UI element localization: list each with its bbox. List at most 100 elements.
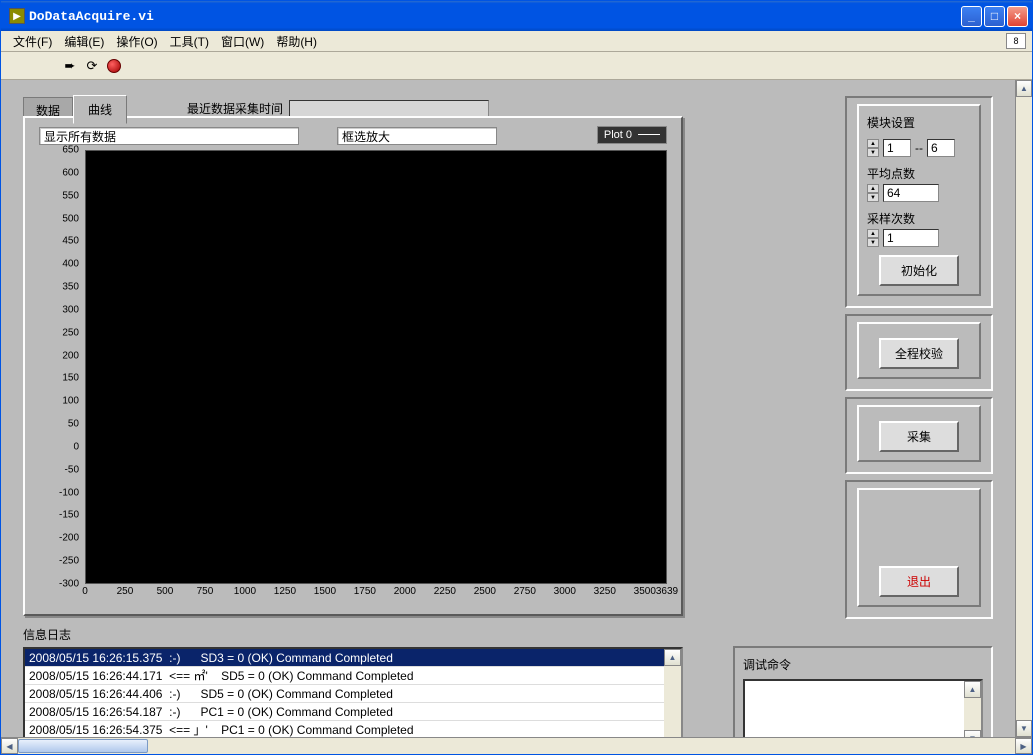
x-tick: 2750 [514, 586, 536, 597]
menu-edit[interactable]: 编辑(E) [58, 31, 110, 52]
x-tick: 3250 [594, 586, 616, 597]
side-panel: 模块设置 ▲▼ -- 平均点数 ▲▼ 采样次数 [845, 96, 993, 625]
minimize-button[interactable]: _ [961, 6, 982, 27]
last-time-value [289, 100, 489, 118]
plot-legend-label: Plot 0 [604, 129, 632, 141]
y-tick: -250 [59, 556, 79, 567]
y-tick: 450 [62, 236, 79, 247]
samples-input[interactable] [883, 229, 939, 247]
vi-icon[interactable]: 8 [1006, 33, 1026, 49]
x-tick: 2250 [434, 586, 456, 597]
x-tick: 0 [82, 586, 88, 597]
log-line[interactable]: 2008/05/15 16:26:44.171 <== ㎡' SD5 = 0 (… [25, 667, 664, 685]
abort-icon[interactable]: ⟳ [83, 57, 101, 75]
client-area: 数据 曲线 最近数据采集时间 显示所有数据 框选放大 Plot 0 650600… [1, 80, 1032, 754]
scroll-right-icon[interactable]: ▶ [1015, 738, 1032, 754]
titlebar[interactable]: ▶ DoDataAcquire.vi _ □ × [1, 1, 1032, 31]
menu-file[interactable]: 文件(F) [7, 31, 58, 52]
avg-spinner[interactable]: ▲▼ [867, 184, 879, 202]
y-tick: 300 [62, 304, 79, 315]
graph-area[interactable] [85, 150, 667, 584]
x-tick: 250 [117, 586, 134, 597]
app-icon: ▶ [9, 8, 25, 24]
x-tick: 500 [157, 586, 174, 597]
y-tick: 200 [62, 350, 79, 361]
verify-group: 全程校验 [845, 314, 993, 391]
log-line[interactable]: 2008/05/15 16:26:54.187 :-) PC1 = 0 (OK)… [25, 703, 664, 721]
menu-window[interactable]: 窗口(W) [215, 31, 270, 52]
y-tick: -150 [59, 510, 79, 521]
range-from-input[interactable] [883, 139, 911, 157]
scroll-down-icon[interactable]: ▼ [1016, 720, 1032, 737]
log-line[interactable]: 2008/05/15 16:26:44.406 :-) SD5 = 0 (OK)… [25, 685, 664, 703]
y-axis: 650600550500450400350300250200150100500-… [25, 150, 83, 584]
x-tick: 1750 [354, 586, 376, 597]
avg-label: 平均点数 [867, 165, 971, 182]
plot-legend[interactable]: Plot 0 [597, 126, 667, 144]
log-line[interactable]: 2008/05/15 16:26:15.375 :-) SD3 = 0 (OK)… [25, 649, 664, 667]
exit-group: 退出 [845, 480, 993, 619]
x-tick: 3000 [554, 586, 576, 597]
log-label: 信息日志 [23, 626, 683, 643]
show-all-dropdown[interactable]: 显示所有数据 [39, 127, 299, 145]
menubar: 文件(F) 编辑(E) 操作(O) 工具(T) 窗口(W) 帮助(H) 8 [1, 31, 1032, 52]
menu-tools[interactable]: 工具(T) [164, 31, 215, 52]
plot-swatch-icon [638, 131, 660, 139]
scroll-h-thumb[interactable] [18, 739, 148, 753]
y-tick: 550 [62, 190, 79, 201]
x-tick: 3639 [656, 586, 678, 597]
y-tick: 150 [62, 373, 79, 384]
y-tick: 250 [62, 327, 79, 338]
acquire-button[interactable]: 采集 [879, 421, 959, 452]
y-tick: 650 [62, 145, 79, 156]
y-tick: 0 [73, 441, 79, 452]
exit-button[interactable]: 退出 [879, 566, 959, 597]
y-tick: 100 [62, 396, 79, 407]
scroll-up-icon[interactable]: ▲ [1016, 80, 1032, 97]
verify-button[interactable]: 全程校验 [879, 338, 959, 369]
scroll-left-icon[interactable]: ◀ [1, 738, 18, 754]
main-scrollbar-v[interactable]: ▲ ▼ [1015, 80, 1032, 737]
menu-help[interactable]: 帮助(H) [270, 31, 323, 52]
x-tick: 2500 [474, 586, 496, 597]
main-scrollbar-h[interactable]: ◀ ▶ [1, 737, 1032, 754]
range-from-spinner[interactable]: ▲▼ [867, 139, 879, 157]
module-settings-title: 模块设置 [867, 114, 971, 131]
run-icon[interactable]: ➨ [61, 57, 79, 75]
y-tick: 50 [68, 419, 79, 430]
menu-operate[interactable]: 操作(O) [110, 31, 163, 52]
y-tick: -50 [65, 464, 79, 475]
x-tick: 1250 [274, 586, 296, 597]
graph-panel: 显示所有数据 框选放大 Plot 0 650600550500450400350… [23, 116, 683, 616]
x-tick: 3500 [634, 586, 656, 597]
acquire-group: 采集 [845, 397, 993, 474]
range-to-input[interactable] [927, 139, 955, 157]
record-icon[interactable] [105, 57, 123, 75]
y-tick: -300 [59, 579, 79, 590]
init-button[interactable]: 初始化 [879, 255, 959, 286]
samples-spinner[interactable]: ▲▼ [867, 229, 879, 247]
zoom-dropdown[interactable]: 框选放大 [337, 127, 497, 145]
close-button[interactable]: × [1007, 6, 1028, 27]
x-tick: 750 [197, 586, 214, 597]
maximize-button[interactable]: □ [984, 6, 1005, 27]
y-tick: -100 [59, 487, 79, 498]
y-tick: 500 [62, 213, 79, 224]
toolbar: ➨ ⟳ [1, 52, 1032, 80]
cmd-scroll-up-icon[interactable]: ▲ [964, 681, 981, 698]
samples-label: 采样次数 [867, 210, 971, 227]
debug-cmd-label: 调试命令 [743, 656, 983, 673]
window-title: DoDataAcquire.vi [29, 9, 961, 24]
x-tick: 1000 [234, 586, 256, 597]
module-settings-group: 模块设置 ▲▼ -- 平均点数 ▲▼ 采样次数 [845, 96, 993, 308]
log-section: 信息日志 2008/05/15 16:26:15.375 :-) SD3 = 0… [23, 626, 683, 754]
tab-curve[interactable]: 曲线 [73, 95, 127, 124]
y-tick: 400 [62, 259, 79, 270]
y-tick: 600 [62, 167, 79, 178]
y-tick: -200 [59, 533, 79, 544]
x-axis: 0250500750100012501500175020002250250027… [85, 586, 667, 602]
log-scroll-up-icon[interactable]: ▲ [664, 649, 681, 666]
avg-input[interactable] [883, 184, 939, 202]
last-time-label: 最近数据采集时间 [187, 100, 283, 117]
x-tick: 1500 [314, 586, 336, 597]
